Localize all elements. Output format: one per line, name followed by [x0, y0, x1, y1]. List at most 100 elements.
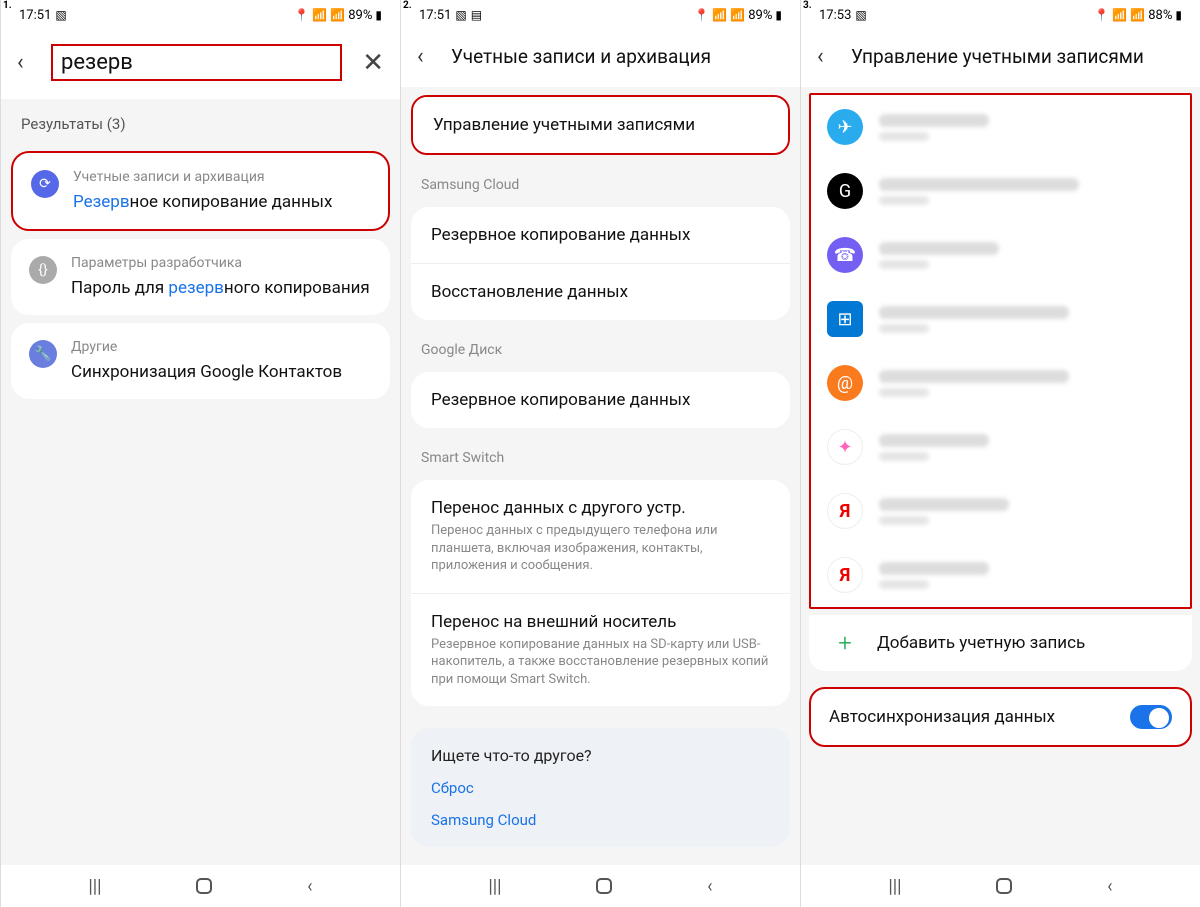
header: ‹ Управление учетными записями — [801, 30, 1200, 87]
back-button[interactable]: ‹ — [1107, 876, 1112, 897]
accounts-icon: ⟳ — [31, 170, 59, 198]
image-icon: ▤ — [471, 8, 482, 22]
row-sub: Резервное копирование данных на SD-карту… — [431, 636, 770, 689]
wifi-icon: 📶 — [712, 8, 727, 22]
account-row[interactable]: Я — [811, 479, 1190, 543]
section-samsung-cloud: Samsung Cloud — [401, 163, 800, 199]
account-row[interactable]: ⊞ — [811, 287, 1190, 351]
yandex-icon: Я — [827, 493, 863, 529]
row-label: Резервное копирование данных — [431, 225, 770, 245]
recents-button[interactable]: ||| — [488, 876, 501, 897]
windows-icon: ⊞ — [827, 301, 863, 337]
manage-accounts-row[interactable]: Управление учетными записями — [413, 97, 788, 153]
section-smart-switch: Smart Switch — [401, 436, 800, 472]
account-row[interactable]: @ — [811, 351, 1190, 415]
result-backup[interactable]: ⟳ Учетные записи и архивация Резервное к… — [11, 151, 390, 231]
screenshot-icon: ▧ — [55, 8, 66, 22]
location-icon: 📍 — [294, 8, 309, 22]
result-title: Синхронизация Google Контактов — [71, 361, 372, 383]
row-sub: Перенос данных с предыдущего телефона ил… — [431, 522, 770, 575]
battery-percent: 89% — [748, 8, 772, 23]
other-icon: 🔧 — [29, 340, 57, 368]
screenshot-icon: ▧ — [455, 8, 466, 22]
signal-icon: 📶 — [330, 8, 345, 22]
home-button[interactable] — [596, 878, 612, 894]
account-row[interactable]: G — [811, 159, 1190, 223]
result-dev-backup-password[interactable]: {} Параметры разработчика Пароль для рез… — [11, 239, 390, 315]
result-category: Другие — [71, 339, 372, 355]
row-label: Перенос данных с другого устр. — [431, 498, 770, 518]
status-time: 17:51 — [19, 8, 51, 23]
cloud-backup-row[interactable]: Резервное копирование данных — [411, 207, 790, 263]
screenshot-icon: ▧ — [855, 8, 866, 22]
reset-link[interactable]: Сброс — [431, 779, 770, 797]
result-category: Учетные записи и архивация — [73, 169, 370, 185]
battery-percent: 89% — [348, 8, 372, 23]
auto-sync-toggle[interactable] — [1130, 705, 1172, 729]
result-title: Резервное копирование данных — [73, 191, 370, 213]
account-row[interactable]: ✦ — [811, 415, 1190, 479]
status-time: 17:53 — [819, 8, 851, 23]
looking-for-card: Ищете что-то другое? Сброс Samsung Cloud — [411, 728, 790, 847]
add-account-label: Добавить учетную запись — [877, 633, 1085, 653]
account-row[interactable]: Я — [811, 543, 1190, 607]
smartswitch-external-row[interactable]: Перенос на внешний носитель Резервное ко… — [411, 593, 790, 707]
back-button[interactable]: ‹ — [707, 876, 712, 897]
pane-manage-accounts: 3. 17:53 ▧ 📍 📶 📶 88% ▮ ‹ Управление учет… — [800, 0, 1200, 907]
results-count: Результаты (3) — [1, 99, 400, 143]
account-row[interactable]: ☎ — [811, 223, 1190, 287]
add-account-row[interactable]: + Добавить учетную запись — [809, 615, 1192, 671]
cloud-restore-row[interactable]: Восстановление данных — [411, 263, 790, 320]
battery-icon: ▮ — [1175, 8, 1182, 22]
step-number: 1. — [3, 0, 12, 11]
status-bar: 17:51 ▧ ▤ 📍 📶 📶 89% ▮ — [401, 0, 800, 30]
yandex-icon: Я — [827, 557, 863, 593]
nav-bar: ||| ‹ — [801, 865, 1200, 907]
pane-accounts-backup: 2. 17:51 ▧ ▤ 📍 📶 📶 89% ▮ ‹ Учетные запис… — [400, 0, 800, 907]
back-icon[interactable]: ‹ — [417, 44, 437, 69]
mail-icon: @ — [827, 365, 863, 401]
accounts-list: ✈ G ☎ ⊞ @ ✦ Я — [809, 93, 1192, 609]
signal-icon: 📶 — [1130, 8, 1145, 22]
back-icon[interactable]: ‹ — [817, 44, 837, 69]
back-button[interactable]: ‹ — [307, 876, 312, 897]
status-bar: 17:53 ▧ 📍 📶 📶 88% ▮ — [801, 0, 1200, 30]
looking-title: Ищете что-то другое? — [431, 746, 770, 765]
result-category: Параметры разработчика — [71, 255, 372, 271]
home-button[interactable] — [196, 878, 212, 894]
viber-icon: ☎ — [827, 237, 863, 273]
status-bar: 17:51 ▧ 📍 📶 📶 89% ▮ — [1, 0, 400, 30]
row-label: Резервное копирование данных — [431, 390, 770, 410]
battery-icon: ▮ — [775, 8, 782, 22]
back-icon[interactable]: ‹ — [17, 50, 37, 75]
developer-icon: {} — [29, 256, 57, 284]
account-row[interactable]: ✈ — [811, 95, 1190, 159]
signal-icon: 📶 — [730, 8, 745, 22]
section-google-drive: Google Диск — [401, 328, 800, 364]
battery-icon: ▮ — [375, 8, 382, 22]
result-google-contacts-sync[interactable]: 🔧 Другие Синхронизация Google Контактов — [11, 323, 390, 399]
telegram-icon: ✈ — [827, 109, 863, 145]
plus-icon: + — [831, 629, 859, 657]
samsung-cloud-link[interactable]: Samsung Cloud — [431, 811, 770, 829]
home-button[interactable] — [996, 878, 1012, 894]
auto-sync-row[interactable]: Автосинхронизация данных — [809, 687, 1192, 747]
nav-bar: ||| ‹ — [401, 865, 800, 907]
status-time: 17:51 — [419, 8, 451, 23]
row-label: Восстановление данных — [431, 282, 770, 302]
google-icon: G — [827, 173, 863, 209]
recents-button[interactable]: ||| — [88, 876, 101, 897]
location-icon: 📍 — [694, 8, 709, 22]
pane-search: 1. 17:51 ▧ 📍 📶 📶 89% ▮ ‹ резерв ✕ Резуль… — [0, 0, 400, 907]
nav-bar: ||| ‹ — [1, 865, 400, 907]
gdrive-backup-row[interactable]: Резервное копирование данных — [411, 372, 790, 428]
page-title: Управление учетными записями — [851, 45, 1184, 68]
clear-search-icon[interactable]: ✕ — [362, 48, 384, 78]
recents-button[interactable]: ||| — [888, 876, 901, 897]
header: ‹ Учетные записи и архивация — [401, 30, 800, 87]
search-input[interactable]: резерв — [51, 44, 342, 81]
location-icon: 📍 — [1094, 8, 1109, 22]
row-label: Управление учетными записями — [433, 115, 768, 135]
smartswitch-transfer-row[interactable]: Перенос данных с другого устр. Перенос д… — [411, 480, 790, 593]
battery-percent: 88% — [1148, 8, 1172, 23]
